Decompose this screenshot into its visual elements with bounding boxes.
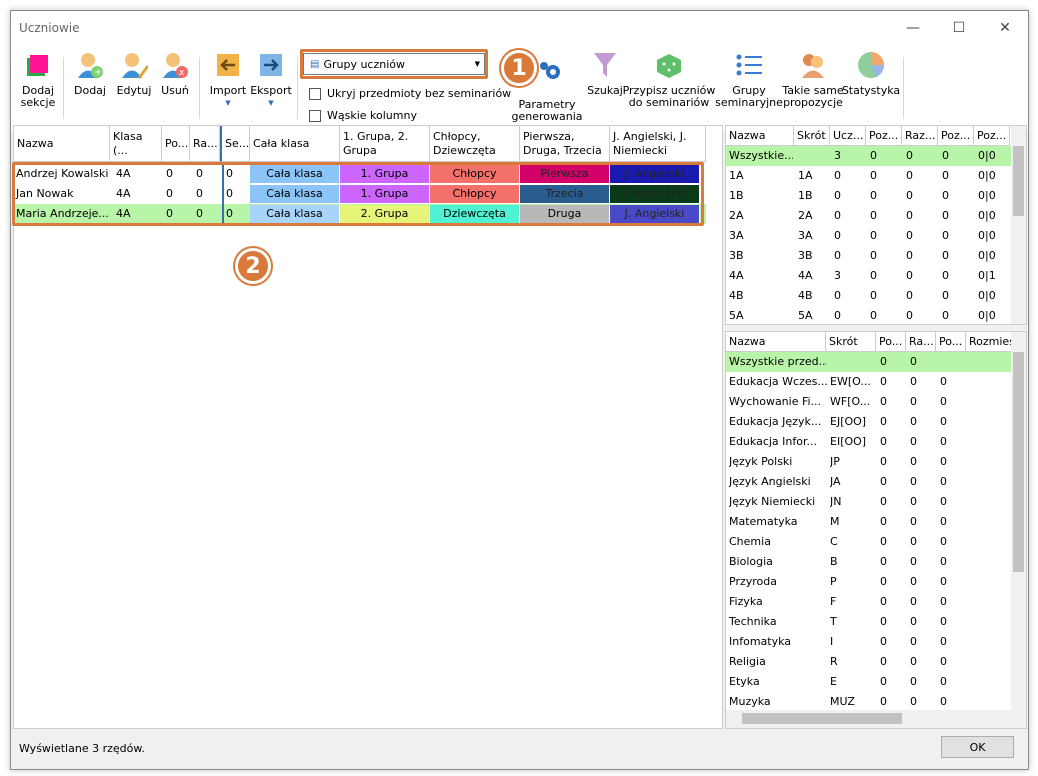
list-item[interactable]: Wszystkie przed... 0 0 [726,352,1013,372]
callout-badge-2: 2 [235,248,271,284]
list-item[interactable]: Infomatyka I 0 0 0 [726,632,1013,652]
add-section-button[interactable]: Dodaj sekcje [19,45,57,109]
col-header-whole-class[interactable]: Cała klasa [250,126,340,162]
close-icon[interactable]: ✕ [982,11,1028,45]
col-header-po[interactable]: Po... [162,126,190,162]
svg-text:+: + [94,67,102,78]
delete-student-button[interactable]: x Usuń [159,45,191,97]
list-item[interactable]: Fizyka F 0 0 0 [726,592,1013,612]
col-header-language[interactable]: J. Angielski, J. Niemiecki [610,126,706,162]
search-button[interactable]: Szukaj [587,45,623,97]
list-item[interactable]: 1A 1A 0 0 0 0 0|0 [726,166,1013,186]
students-table: Nazwa Klasa (... Po... Ra... Se... Cała … [12,125,723,729]
gears-icon [540,62,560,79]
students-window: Uczniowie — ☐ ✕ Dodaj sekcje + Dodaj Edy… [10,10,1029,770]
list-item[interactable]: Chemia C 0 0 0 [726,532,1013,552]
col-header-abbrev[interactable]: Skrót [826,332,876,352]
subjects-scrollbar[interactable] [1011,332,1026,712]
statistics-button[interactable]: Statystyka [842,45,900,97]
col-header-name[interactable]: Nazwa [14,126,110,162]
import-button[interactable]: Import ▼ [209,45,247,109]
export-button[interactable]: Eksport ▼ [249,45,293,109]
export-icon [260,54,282,76]
status-text: Wyświetlane 3 rzędów. [19,742,145,755]
sections-icon [27,55,48,76]
narrow-columns-checkbox[interactable]: Wąskie kolumny [309,109,417,122]
list-item[interactable]: Edukacja Wczes... EW[O... 0 0 0 [726,372,1013,392]
delete-user-icon: x [163,53,188,78]
same-proposals-button[interactable]: Takie same propozycje [782,45,844,109]
list-item[interactable]: 5A 5A 0 0 0 0 0|0 [726,306,1013,324]
callout-box-2 [12,162,704,226]
edit-user-icon [122,53,148,79]
window-title: Uczniowie [19,21,80,35]
minimize-icon[interactable]: — [890,11,936,45]
pie-chart-icon [858,52,884,78]
hide-subjects-checkbox[interactable]: Ukryj przedmioty bez seminariów [309,87,511,100]
classes-table: Nazwa Skrót Ucz... Poz... Raz... Poz... … [725,125,1027,325]
edit-student-button[interactable]: Edytuj [115,45,153,97]
add-student-button[interactable]: + Dodaj [73,45,107,97]
list-item[interactable]: Wychowanie Fi... WF[O... 0 0 0 [726,392,1013,412]
col-header-name[interactable]: Nazwa [726,332,826,352]
list-item[interactable]: Muzyka MUZ 0 0 0 [726,692,1013,712]
col-header-abbrev[interactable]: Skrót [794,126,830,146]
list-item[interactable]: 2A 2A 0 0 0 0 0|0 [726,206,1013,226]
list-item[interactable]: Technika T 0 0 0 [726,612,1013,632]
ok-button[interactable]: OK [941,736,1014,758]
users-icon [802,54,824,78]
col-header-name[interactable]: Nazwa [726,126,794,146]
parameters-button[interactable]: Parametry generowania [511,59,583,123]
list-item[interactable]: Biologia B 0 0 0 [726,552,1013,572]
toolbar: Dodaj sekcje + Dodaj Edytuj x Usuń Impor… [11,45,1028,131]
list-item[interactable]: Edukacja Infor... EI[OO] 0 0 0 [726,432,1013,452]
list-item[interactable]: 4A 4A 3 0 0 0 0|1 [726,266,1013,286]
add-user-icon: + [78,53,103,78]
filter-icon [594,53,616,77]
list-item[interactable]: 4B 4B 0 0 0 0 0|0 [726,286,1013,306]
status-bar: Wyświetlane 3 rzędów. OK [11,733,1028,769]
maximize-icon[interactable]: ☐ [936,11,982,45]
col-header-class[interactable]: Klasa (... [110,126,162,162]
svg-text:x: x [179,68,185,78]
list-item[interactable]: Język Angielski JA 0 0 0 [726,472,1013,492]
list-item[interactable]: Religia R 0 0 0 [726,652,1013,672]
subjects-table: Nazwa Skrót Po... Ra... Po... Rozmies Ws… [725,331,1027,729]
title-bar: Uczniowie — ☐ ✕ [11,11,1028,45]
list-item[interactable]: Wszystkie... 3 0 0 0 0|0 [726,146,1013,166]
list-item[interactable]: Przyroda P 0 0 0 [726,572,1013,592]
import-icon [217,54,239,76]
subjects-hscrollbar[interactable] [726,710,1026,728]
col-header-group[interactable]: 1. Grupa, 2. Grupa [340,126,430,162]
dice-icon [657,54,681,78]
assign-students-button[interactable]: Przypisz uczniów do seminariów [623,45,715,109]
list-item[interactable]: Edukacja Język... EJ[OO] 0 0 0 [726,412,1013,432]
classes-scrollbar[interactable] [1011,126,1026,324]
list-item[interactable]: 3B 3B 0 0 0 0 0|0 [726,246,1013,266]
list-item[interactable]: Matematyka M 0 0 0 [726,512,1013,532]
list-item[interactable]: Język Niemiecki JN 0 0 0 [726,492,1013,512]
col-header-ra[interactable]: Ra... [190,126,220,162]
list-item[interactable]: 3A 3A 0 0 0 0 0|0 [726,226,1013,246]
col-header-se[interactable]: Se... [220,126,250,162]
list-item[interactable]: 1B 1B 0 0 0 0 0|0 [726,186,1013,206]
list-icon [736,54,762,76]
callout-box-1 [300,49,488,79]
list-item[interactable]: Etyka E 0 0 0 [726,672,1013,692]
list-item[interactable]: Język Polski JP 0 0 0 [726,452,1013,472]
col-header-gender[interactable]: Chłopcy, Dziewczęta [430,126,520,162]
col-header-order[interactable]: Pierwsza, Druga, Trzecia [520,126,610,162]
seminar-groups-button[interactable]: Grupy seminaryjne [715,45,783,109]
